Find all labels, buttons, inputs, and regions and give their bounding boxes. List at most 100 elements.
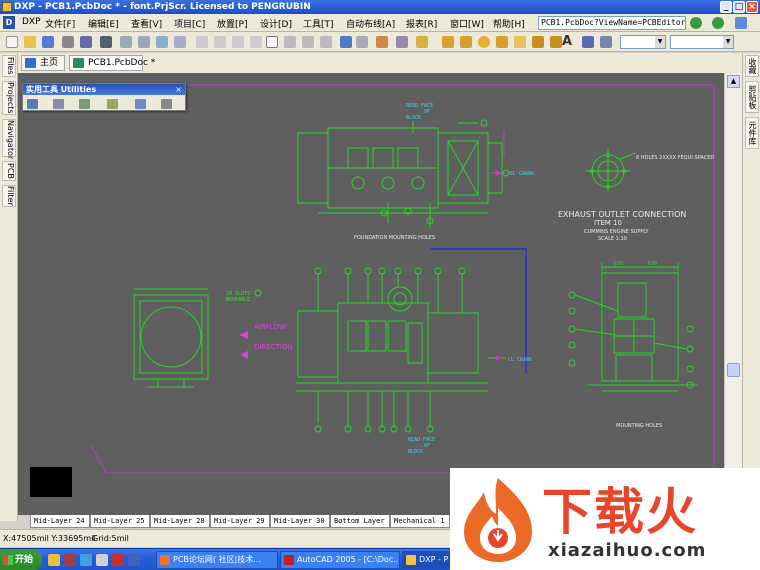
quicklaunch-desktop-icon[interactable] <box>96 554 108 566</box>
place-text-icon[interactable]: A <box>562 34 576 49</box>
place-line-icon[interactable] <box>442 36 454 48</box>
utilities-title[interactable]: 实用工具 Utilities <box>23 84 185 95</box>
print-icon[interactable] <box>62 36 74 48</box>
tab-home[interactable]: 主页 <box>21 55 65 71</box>
utility-grid-icon[interactable] <box>161 99 172 109</box>
utility-find-icon[interactable] <box>79 99 90 109</box>
place-dimension-icon[interactable] <box>600 36 612 48</box>
menu-place[interactable]: 放置[P] <box>217 17 247 30</box>
panel-tab-clipboard[interactable]: 剪贴板 <box>745 81 759 113</box>
help-icon[interactable] <box>416 36 428 48</box>
tab-pcb1-label: PCB1.PcbDoc * <box>88 58 156 68</box>
start-button[interactable]: 开始 <box>0 550 42 570</box>
utility-dimension-icon[interactable] <box>107 99 118 109</box>
dxp-logo-icon[interactable]: D <box>3 16 15 29</box>
tab-pcb1[interactable]: PCB1.PcbDoc * <box>69 55 155 71</box>
watermark-url: xiazaihuo.com <box>548 540 707 561</box>
cut-icon[interactable] <box>196 36 208 48</box>
menu-window[interactable]: 窗口[W] <box>450 17 484 30</box>
right-panel-strip: 收藏 剪贴板 元件库 <box>742 53 760 521</box>
menu-project[interactable]: 项目[C] <box>174 17 205 30</box>
layer-tab-mid28[interactable]: Mid-Layer 28 <box>150 515 210 528</box>
menu-tools[interactable]: 工具[T] <box>303 17 334 30</box>
place-via-icon[interactable] <box>496 36 508 48</box>
redo-icon[interactable] <box>356 36 368 48</box>
browse-components-icon[interactable] <box>396 36 408 48</box>
panel-tab-libraries[interactable]: 元件库 <box>745 117 759 149</box>
utilities-close-icon[interactable]: × <box>175 84 182 95</box>
place-polygon-icon[interactable] <box>532 36 544 48</box>
save-icon[interactable] <box>42 36 54 48</box>
menu-dxp[interactable]: DXP <box>22 17 41 27</box>
panel-tab-filter[interactable]: Filter <box>2 185 16 207</box>
panel-tab-files[interactable]: Files <box>2 55 16 77</box>
pcb-canvas[interactable]: READ FACE OF BLOCK CL CRANK FOUNDATION M… <box>18 73 724 515</box>
quicklaunch-media-icon[interactable] <box>112 554 124 566</box>
layer-tab-mid25[interactable]: Mid-Layer 25 <box>90 515 150 528</box>
panel-tab-navigator[interactable]: Navigator <box>2 119 16 159</box>
back-icon[interactable] <box>690 17 702 29</box>
panel-tab-favorites[interactable]: 收藏 <box>745 55 759 77</box>
filter-combo[interactable]: ▼ <box>620 35 666 49</box>
open-icon[interactable] <box>24 36 36 48</box>
quicklaunch-app-icon[interactable] <box>64 554 76 566</box>
layer-tab-bottom[interactable]: Bottom Layer <box>330 515 390 528</box>
utility-drawing-icon[interactable] <box>27 99 38 109</box>
minimize-button[interactable]: _ <box>720 1 732 13</box>
quicklaunch-word-icon[interactable] <box>128 554 140 566</box>
menu-design[interactable]: 设计[D] <box>260 17 292 30</box>
navigate-icon[interactable] <box>735 17 747 29</box>
scroll-thumb[interactable] <box>727 363 740 377</box>
quicklaunch-ie-icon[interactable] <box>80 554 92 566</box>
menu-autoroute[interactable]: 自动布线[A] <box>346 17 395 30</box>
task-pcb-forum[interactable]: PCB论坛网( 社区|技术... <box>156 551 278 569</box>
copy-icon[interactable] <box>214 36 226 48</box>
utility-room-icon[interactable] <box>135 99 146 109</box>
filter-value-combo[interactable]: ▼ <box>670 35 734 49</box>
print-preview-icon[interactable] <box>80 36 92 48</box>
address-field[interactable]: PCB1.PcbDoc?ViewName=PCBEditor. <box>538 16 686 30</box>
close-button[interactable]: × <box>746 1 758 13</box>
utility-align-icon[interactable] <box>53 99 64 109</box>
vertical-scrollbar[interactable]: ▲ ▼ <box>724 73 742 515</box>
undo-icon[interactable] <box>340 36 352 48</box>
place-pad-icon[interactable] <box>478 36 490 48</box>
rubber-stamp-icon[interactable] <box>250 36 262 48</box>
label-cl-crank-bottom: CL CRANK <box>508 357 532 363</box>
panel-tab-pcb[interactable]: PCB <box>2 161 16 181</box>
new-icon[interactable] <box>6 36 18 48</box>
place-arc-icon[interactable] <box>460 36 472 48</box>
menu-help[interactable]: 帮助[H] <box>493 17 525 30</box>
menu-file[interactable]: 文件[F] <box>45 17 75 30</box>
move-icon[interactable] <box>284 36 296 48</box>
maximize-button[interactable]: □ <box>733 1 745 13</box>
place-region-icon[interactable] <box>550 36 562 48</box>
layer-tab-mid24[interactable]: Mid-Layer 24 <box>30 515 90 528</box>
title-bar: DXP - PCB1.PcbDoc * - font.PrjScr. Licen… <box>0 0 760 14</box>
paste-icon[interactable] <box>232 36 244 48</box>
layer-tab-mid29[interactable]: Mid-Layer 29 <box>210 515 270 528</box>
layer-tab-mid30[interactable]: Mid-Layer 30 <box>270 515 330 528</box>
exhaust-title: EXHAUST OUTLET CONNECTION <box>558 210 686 219</box>
task-autocad[interactable]: AutoCAD 2005 - [C:\Doc... <box>280 551 400 569</box>
place-coordinate-icon[interactable] <box>582 36 594 48</box>
forward-icon[interactable] <box>712 17 724 29</box>
zoom-fit-icon[interactable] <box>120 36 132 48</box>
quicklaunch-folder-icon[interactable] <box>48 554 60 566</box>
layers-icon[interactable] <box>100 36 112 48</box>
task-dxp[interactable]: DXP - P <box>402 551 450 569</box>
menu-edit[interactable]: 编辑[E] <box>88 17 119 30</box>
place-fill-icon[interactable] <box>514 36 526 48</box>
layer-tab-mech1[interactable]: Mechanical 1 <box>390 515 450 528</box>
zoom-selected-icon[interactable] <box>156 36 168 48</box>
zoom-area-icon[interactable] <box>138 36 150 48</box>
clear-filter-icon[interactable] <box>320 36 332 48</box>
scroll-up-icon[interactable]: ▲ <box>727 75 740 88</box>
crossprobe-icon[interactable] <box>376 36 388 48</box>
select-area-icon[interactable] <box>266 36 278 48</box>
deselect-icon[interactable] <box>302 36 314 48</box>
menu-view[interactable]: 查看[V] <box>131 17 162 30</box>
panel-tab-projects[interactable]: Projects <box>2 81 16 115</box>
zoom-filter-icon[interactable] <box>174 36 186 48</box>
menu-reports[interactable]: 报表[R] <box>406 17 437 30</box>
